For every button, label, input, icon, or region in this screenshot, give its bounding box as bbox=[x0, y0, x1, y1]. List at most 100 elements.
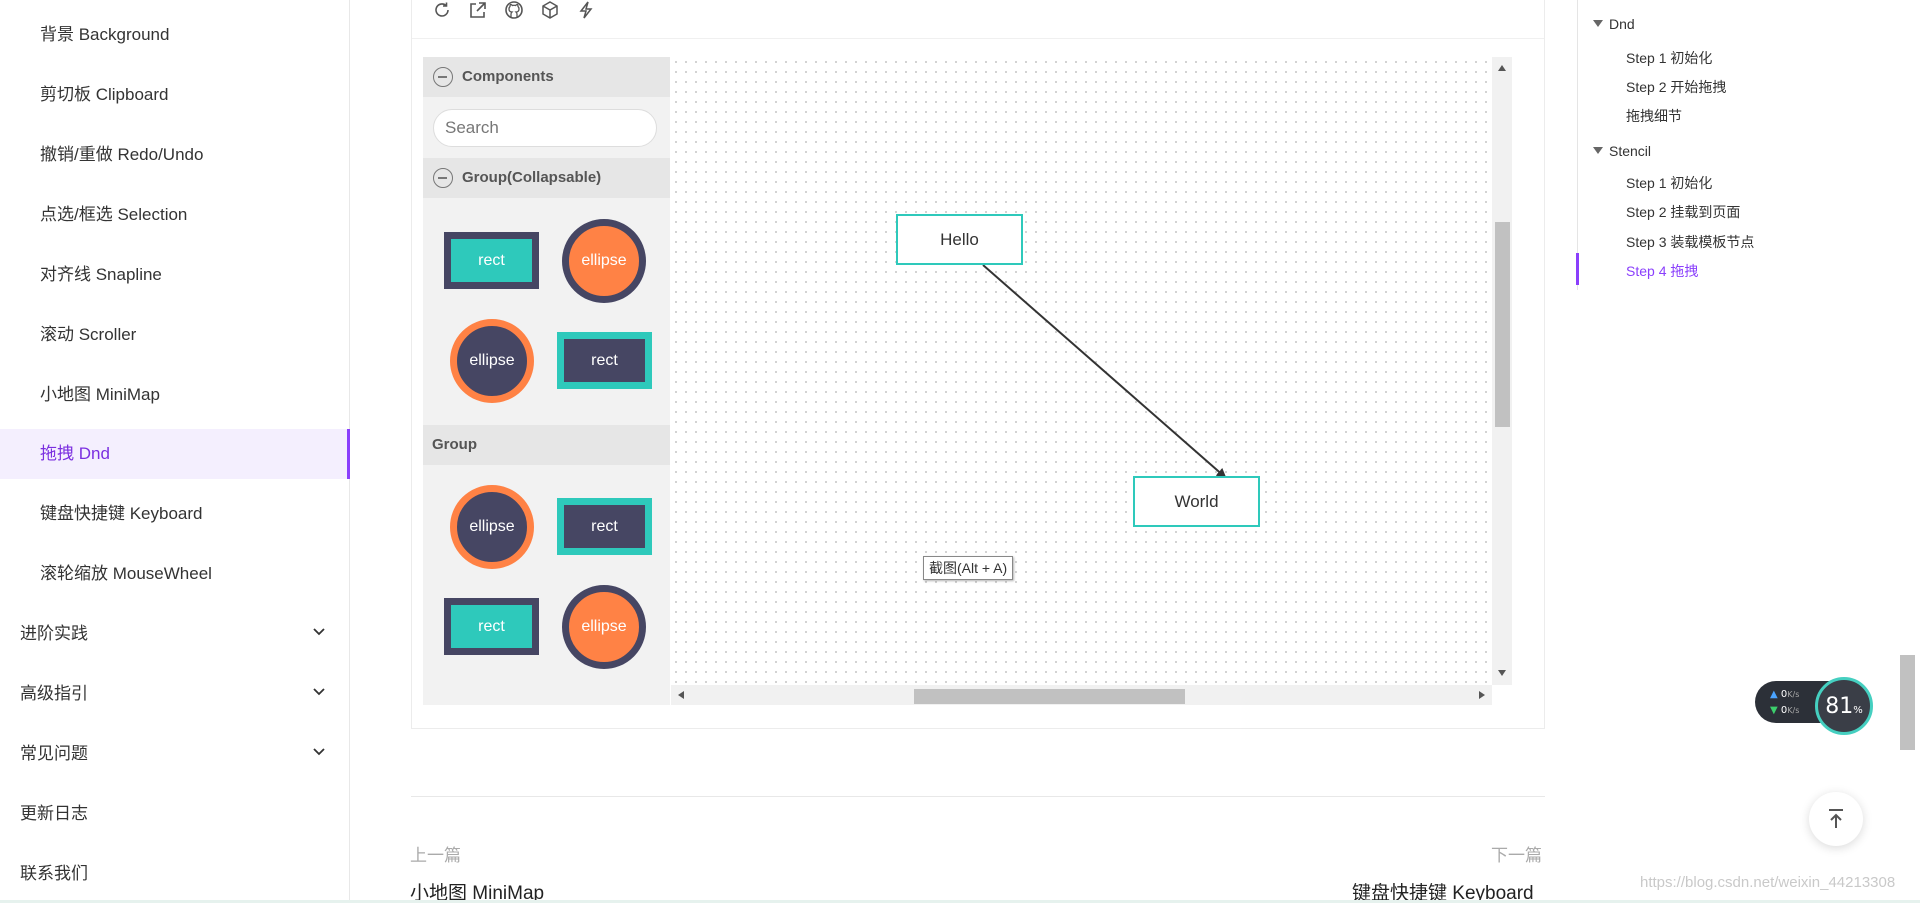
sidebar-item-label: 点选/框选 Selection bbox=[40, 205, 188, 224]
toc-item[interactable]: Step 2 挂载到页面 bbox=[1626, 202, 1740, 222]
sidebar-item-label: 撤销/重做 Redo/Undo bbox=[40, 145, 204, 164]
node-label: World bbox=[1174, 491, 1219, 511]
toc-item[interactable]: Step 3 装载模板节点 bbox=[1626, 232, 1754, 252]
stencil-search-input[interactable] bbox=[433, 109, 657, 147]
download-arrow-icon: ▼ bbox=[1770, 705, 1778, 716]
sidebar-item-label: 滚动 Scroller bbox=[40, 325, 137, 344]
stencil-ellipse-node[interactable]: ellipse bbox=[450, 319, 534, 403]
sidebar-section-label: 更新日志 bbox=[20, 804, 88, 823]
arrow-up-icon bbox=[1829, 809, 1843, 828]
stencil-ellipse-node[interactable]: ellipse bbox=[562, 219, 646, 303]
sidebar-section-label: 常见问题 bbox=[20, 744, 88, 763]
sidebar-section-label: 联系我们 bbox=[20, 864, 88, 883]
github-icon[interactable] bbox=[503, 0, 525, 21]
sidebar-item-label: 拖拽 Dnd bbox=[40, 444, 110, 463]
upload-arrow-icon: ▲ bbox=[1770, 689, 1778, 700]
sidebar-item-mousewheel[interactable]: 滚轮缩放 MouseWheel bbox=[0, 549, 350, 599]
toc-item-active[interactable]: Step 4 拖拽 bbox=[1626, 261, 1698, 281]
toc-item[interactable]: Step 2 开始拖拽 bbox=[1626, 77, 1726, 97]
graph-edge[interactable] bbox=[982, 264, 1227, 479]
sidebar-item-minimap[interactable]: 小地图 MiniMap bbox=[0, 370, 350, 420]
back-to-top-button[interactable] bbox=[1809, 792, 1863, 846]
chevron-down-icon bbox=[310, 729, 328, 779]
stencil-panel: Components Group(Collapsable) rect ellip… bbox=[423, 57, 670, 705]
canvas-horizontal-scrollbar[interactable] bbox=[671, 685, 1492, 705]
node-label: rect bbox=[591, 517, 618, 535]
stencil-ellipse-node[interactable]: ellipse bbox=[450, 485, 534, 569]
toc-active-indicator bbox=[1576, 253, 1579, 285]
sidebar-item-scroller[interactable]: 滚动 Scroller bbox=[0, 310, 350, 360]
stencil-rect-node[interactable]: rect bbox=[444, 598, 539, 655]
network-monitor-widget[interactable]: ▲ 0K/s ▼ 0K/s 81% bbox=[1755, 677, 1875, 735]
graph-node-world[interactable]: World bbox=[1133, 476, 1260, 527]
speed-unit: K/s bbox=[1787, 690, 1800, 699]
group-header: Group bbox=[423, 425, 670, 465]
toc-group-dnd[interactable]: Dnd bbox=[1593, 16, 1635, 32]
stencil-rect-node[interactable]: rect bbox=[557, 498, 652, 555]
collapse-icon[interactable] bbox=[433, 168, 453, 188]
sidebar-section-advanced-practice[interactable]: 进阶实践 bbox=[0, 609, 350, 659]
caret-down-icon bbox=[1593, 20, 1603, 27]
sidebar-item-background[interactable]: 背景 Background bbox=[0, 10, 350, 60]
collapse-icon[interactable] bbox=[433, 67, 453, 87]
prev-label: 上一篇 bbox=[410, 846, 461, 865]
demo-toolbar bbox=[412, 0, 1544, 39]
lightning-icon[interactable] bbox=[575, 0, 597, 21]
horizontal-scroll-thumb[interactable] bbox=[914, 689, 1185, 704]
scroll-down-icon[interactable] bbox=[1498, 670, 1506, 676]
toc-item[interactable]: Step 1 初始化 bbox=[1626, 48, 1712, 68]
watermark-text: https://blog.csdn.net/weixin_44213308 bbox=[1640, 874, 1896, 891]
scroll-left-icon[interactable] bbox=[678, 691, 684, 699]
cpu-unit: % bbox=[1853, 704, 1863, 716]
node-label: rect bbox=[478, 251, 505, 269]
sidebar: 背景 Background 剪切板 Clipboard 撤销/重做 Redo/U… bbox=[0, 0, 350, 903]
scroll-right-icon[interactable] bbox=[1479, 691, 1485, 699]
next-label: 下一篇 bbox=[1491, 846, 1542, 865]
pager-divider bbox=[411, 796, 1545, 797]
open-external-icon[interactable] bbox=[467, 0, 489, 21]
refresh-icon[interactable] bbox=[431, 0, 453, 21]
node-label: ellipse bbox=[469, 518, 515, 535]
group-title: Group bbox=[432, 436, 477, 453]
sidebar-item-label: 小地图 MiniMap bbox=[40, 385, 160, 404]
toc-group-stencil[interactable]: Stencil bbox=[1593, 143, 1651, 159]
node-label: ellipse bbox=[581, 252, 627, 269]
cpu-usage-gauge: 81% bbox=[1815, 677, 1873, 735]
stencil-ellipse-node[interactable]: ellipse bbox=[562, 585, 646, 669]
stencil-rect-node[interactable]: rect bbox=[444, 232, 539, 289]
chevron-down-icon bbox=[310, 609, 328, 659]
sidebar-item-label: 剪切板 Clipboard bbox=[40, 85, 169, 104]
scroll-up-icon[interactable] bbox=[1498, 65, 1506, 71]
stencil-title[interactable]: Components bbox=[423, 57, 670, 97]
chevron-down-icon bbox=[310, 669, 328, 719]
toc-item[interactable]: Step 1 初始化 bbox=[1626, 173, 1712, 193]
toc-item[interactable]: 拖拽细节 bbox=[1626, 106, 1682, 126]
stencil-title-label: Components bbox=[462, 68, 554, 85]
speed-unit: K/s bbox=[1787, 706, 1800, 715]
sidebar-section-faq[interactable]: 常见问题 bbox=[0, 729, 350, 779]
sidebar-item-redo-undo[interactable]: 撤销/重做 Redo/Undo bbox=[0, 130, 350, 180]
page-scrollbar-thumb[interactable] bbox=[1900, 655, 1915, 750]
sidebar-section-advanced-guide[interactable]: 高级指引 bbox=[0, 669, 350, 719]
node-label: Hello bbox=[940, 229, 979, 249]
sidebar-item-clipboard[interactable]: 剪切板 Clipboard bbox=[0, 70, 350, 120]
sidebar-section-contact[interactable]: 联系我们 bbox=[0, 849, 350, 899]
cpu-value: 81 bbox=[1825, 693, 1854, 719]
sidebar-item-label: 滚轮缩放 MouseWheel bbox=[40, 564, 212, 583]
sidebar-item-snapline[interactable]: 对齐线 Snapline bbox=[0, 250, 350, 300]
sidebar-item-keyboard[interactable]: 键盘快捷键 Keyboard bbox=[0, 489, 350, 539]
graph-canvas[interactable]: Hello World bbox=[671, 57, 1492, 685]
graph-node-hello[interactable]: Hello bbox=[896, 214, 1023, 265]
screenshot-tooltip: 截图(Alt + A) bbox=[923, 556, 1014, 580]
vertical-scroll-thumb[interactable] bbox=[1495, 222, 1510, 427]
codesandbox-icon[interactable] bbox=[539, 0, 561, 21]
sidebar-section-changelog[interactable]: 更新日志 bbox=[0, 789, 350, 839]
sidebar-item-selection[interactable]: 点选/框选 Selection bbox=[0, 190, 350, 240]
stencil-rect-node[interactable]: rect bbox=[557, 332, 652, 389]
group-collapsable-header[interactable]: Group(Collapsable) bbox=[423, 158, 670, 198]
toc-group-label: Stencil bbox=[1609, 143, 1652, 159]
toc-group-label: Dnd bbox=[1609, 16, 1635, 32]
sidebar-item-label: 键盘快捷键 Keyboard bbox=[40, 504, 203, 523]
sidebar-item-dnd[interactable]: 拖拽 Dnd bbox=[0, 429, 350, 479]
canvas-vertical-scrollbar[interactable] bbox=[1492, 57, 1512, 685]
